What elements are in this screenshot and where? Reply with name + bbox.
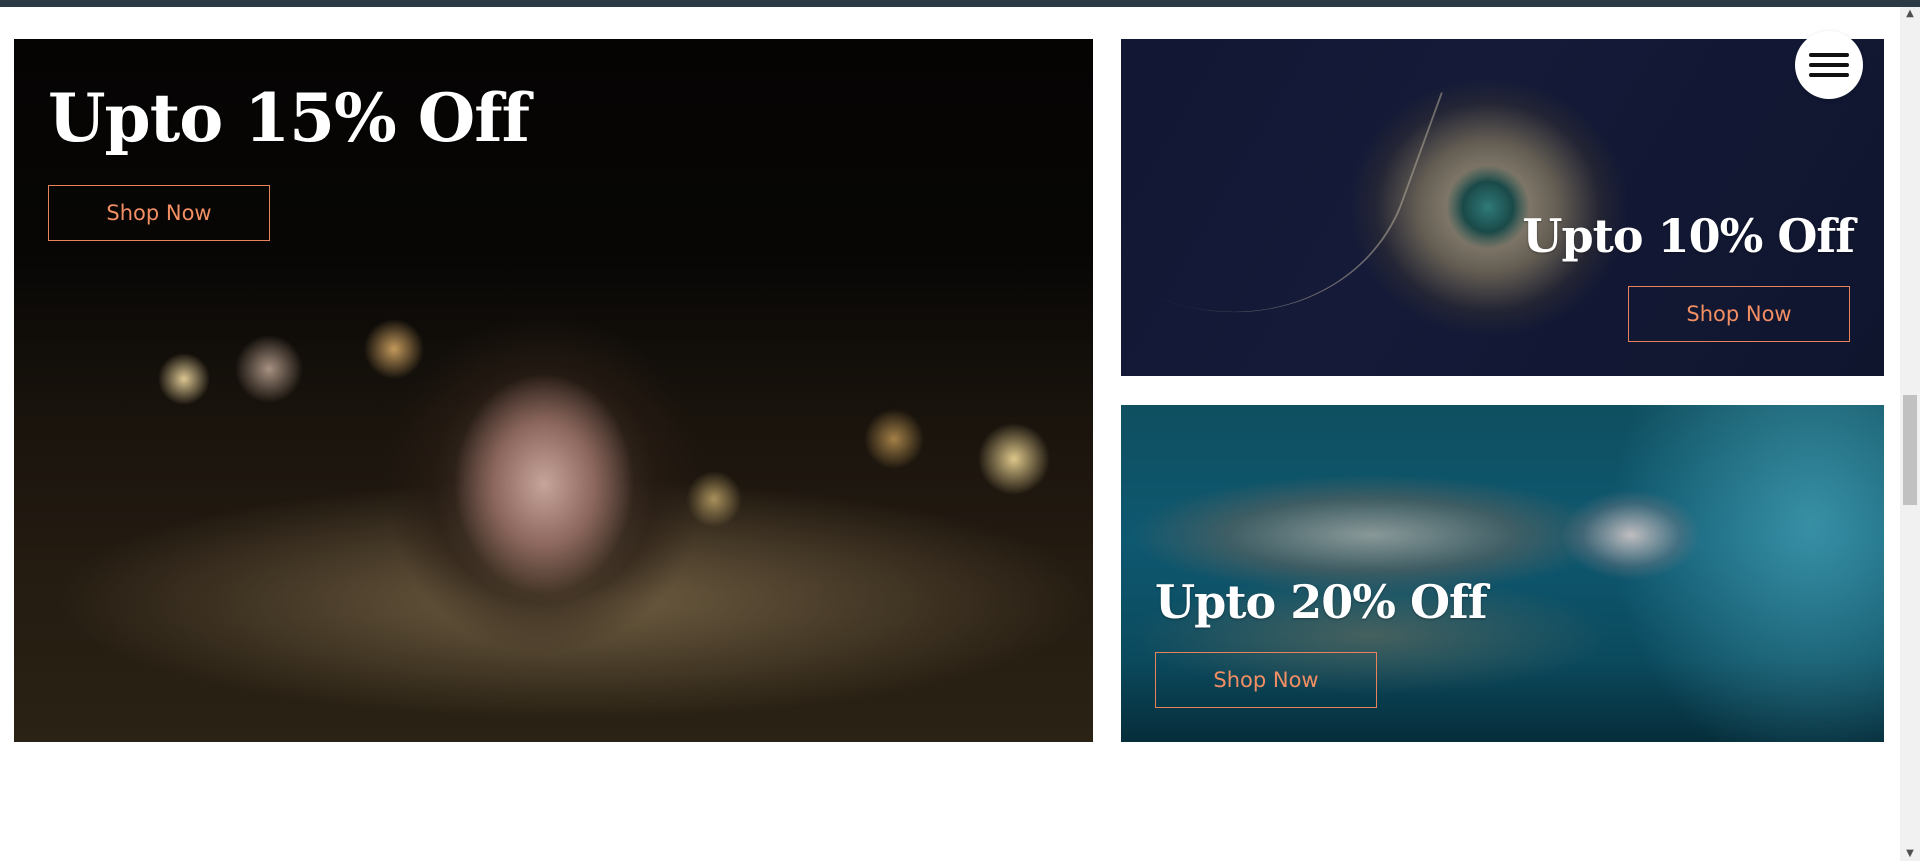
- hamburger-menu-icon: [1809, 63, 1849, 67]
- hamburger-menu-icon: [1809, 53, 1849, 57]
- banner-title: Upto 10% Off: [1522, 209, 1855, 263]
- banner-title: Upto 15% Off: [48, 79, 530, 157]
- shop-now-button[interactable]: Shop Now: [1155, 652, 1377, 708]
- scrollbar-thumb[interactable]: [1903, 395, 1917, 505]
- top-bar: [0, 0, 1920, 7]
- shop-now-button[interactable]: Shop Now: [48, 185, 270, 241]
- promo-banner-ring[interactable]: Upto 15% Off Shop Now: [14, 39, 1093, 742]
- hamburger-menu-button[interactable]: [1795, 31, 1863, 99]
- scroll-up-arrow-icon[interactable]: ▲: [1900, 7, 1920, 21]
- shop-now-button[interactable]: Shop Now: [1628, 286, 1850, 342]
- banner-title: Upto 20% Off: [1155, 575, 1488, 629]
- hamburger-menu-icon: [1809, 73, 1849, 77]
- vertical-scrollbar[interactable]: ▲ ▼: [1900, 7, 1920, 861]
- promo-banner-rings[interactable]: Upto 20% Off Shop Now: [1121, 405, 1884, 742]
- pendant-chain-graphic: [1121, 39, 1443, 366]
- promo-banner-pendant[interactable]: Upto 10% Off Shop Now: [1121, 39, 1884, 376]
- scroll-down-arrow-icon[interactable]: ▼: [1900, 847, 1920, 861]
